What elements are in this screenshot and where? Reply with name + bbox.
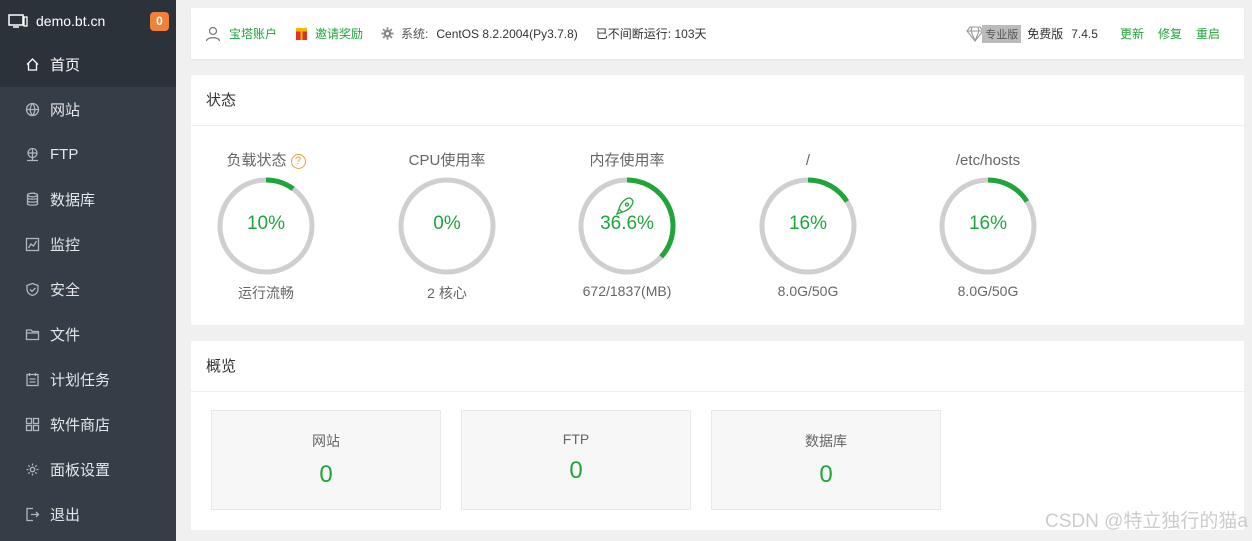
gauge-title: 内存使用率 — [589, 152, 665, 169]
sidebar-item-home[interactable]: 首页 — [0, 42, 176, 87]
restart-button[interactable]: 重启 — [1196, 25, 1220, 42]
card-value: 0 — [319, 461, 333, 488]
account-link[interactable]: 宝塔账户 — [205, 25, 277, 42]
gauge-load[interactable]: 负载状态? 10% 运行流畅 — [211, 151, 321, 303]
database-icon — [24, 192, 40, 208]
sidebar-item-security[interactable]: 安全 — [0, 267, 176, 312]
system-value: CentOS 8.2.2004(Py3.7.8) — [436, 26, 578, 41]
sidebar-item-label: 文件 — [50, 327, 81, 344]
sidebar-item-label: 面板设置 — [50, 462, 111, 479]
apps-grid-icon — [24, 417, 40, 433]
sidebar-item-files[interactable]: 文件 — [0, 312, 176, 357]
repair-button[interactable]: 修复 — [1158, 25, 1182, 42]
sidebar-item-website[interactable]: 网站 — [0, 87, 176, 132]
gauge-value: 36.6% — [600, 213, 654, 234]
overview-card-ftp[interactable]: FTP 0 — [461, 410, 691, 510]
sidebar-item-settings[interactable]: 面板设置 — [0, 447, 176, 492]
gear-icon — [381, 27, 394, 40]
gauge-title: / — [805, 152, 811, 169]
gauge-title: /etc/hosts — [955, 152, 1021, 169]
sidebar-item-appstore[interactable]: 软件商店 — [0, 402, 176, 447]
sidebar-item-ftp[interactable]: FTP — [0, 132, 176, 177]
gauge-cpu[interactable]: CPU使用率 0% 2 核心 — [392, 151, 502, 303]
uptime-text: 已不间断运行: 103天 — [595, 27, 707, 41]
version-label: 7.4.5 — [1071, 26, 1098, 41]
sidebar-item-label: 安全 — [50, 282, 81, 299]
invite-link[interactable]: 邀请奖励 — [295, 25, 363, 42]
pro-tag[interactable]: 专业版 — [982, 24, 1022, 43]
system-info: 系统: CentOS 8.2.2004(Py3.7.8) — [381, 25, 578, 42]
system-label: 系统: — [401, 27, 429, 41]
brand-bar: demo.bt.cn 0 — [0, 0, 176, 42]
gauge-value: 0% — [433, 213, 461, 234]
invite-label: 邀请奖励 — [315, 27, 364, 41]
gauge-value: 16% — [788, 213, 828, 234]
card-title: 网站 — [312, 433, 340, 449]
gauge-subtext: 2 核心 — [427, 285, 467, 301]
gear-icon — [24, 462, 40, 478]
folder-icon — [24, 327, 40, 343]
sidebar-item-database[interactable]: 数据库 — [0, 177, 176, 222]
top-bar: 宝塔账户 邀请奖励 系统: CentOS 8.2.2004(Py3.7.8) 已… — [191, 8, 1244, 59]
gauge-disk-root[interactable]: / 16% 8.0G/50G — [753, 151, 863, 299]
host-name: demo.bt.cn — [36, 13, 106, 29]
gauge-value: 16% — [968, 213, 1008, 234]
card-title: FTP — [562, 431, 590, 447]
logout-icon — [24, 507, 40, 523]
card-value: 0 — [819, 461, 833, 488]
watermark: CSDN @特立独行的猫a — [1045, 511, 1248, 532]
overview-panel: 概览 网站 0 FTP 0 数据库 0 — [191, 341, 1244, 530]
sidebar-item-monitor[interactable]: 监控 — [0, 222, 176, 267]
gift-icon — [296, 27, 308, 40]
card-title: 数据库 — [805, 433, 847, 449]
sidebar-item-label: FTP — [50, 146, 79, 163]
gauge-title: CPU使用率 — [408, 152, 486, 169]
status-title: 状态 — [191, 75, 1244, 126]
overview-title: 概览 — [191, 341, 1244, 392]
gauge-disk-hosts[interactable]: /etc/hosts 16% 8.0G/50G — [933, 151, 1043, 299]
version-area: 专业版 免费版 7.4.5 更新 修复 重启 — [966, 8, 1220, 59]
overview-card-website[interactable]: 网站 0 — [211, 410, 441, 510]
shield-icon — [24, 282, 40, 298]
account-label: 宝塔账户 — [229, 27, 278, 41]
gauge-title: 负载状态 — [226, 152, 287, 169]
sidebar-item-label: 退出 — [50, 507, 81, 524]
gauge-subtext: 8.0G/50G — [957, 283, 1019, 299]
gauge-subtext: 672/1837(MB) — [582, 283, 672, 299]
help-icon[interactable]: ? — [290, 153, 306, 169]
overview-card-database[interactable]: 数据库 0 — [711, 410, 941, 510]
sidebar-item-label: 首页 — [50, 57, 81, 74]
sidebar-item-label: 数据库 — [50, 192, 96, 209]
card-value: 0 — [569, 457, 583, 484]
notification-badge[interactable]: 0 — [150, 11, 169, 31]
gauge-subtext: 8.0G/50G — [777, 283, 839, 299]
status-panel: 状态 负载状态? 10% 运行流畅 CPU使用率 0% 2 核心 内存使用率 3… — [191, 75, 1244, 325]
sidebar-item-cron[interactable]: 计划任务 — [0, 357, 176, 402]
gauge-subtext: 运行流畅 — [238, 285, 294, 301]
sidebar-item-label: 计划任务 — [50, 372, 111, 389]
sidebar-item-label: 软件商店 — [50, 417, 111, 434]
globe-icon — [24, 102, 40, 118]
calendar-icon — [24, 372, 40, 388]
gauge-value: 10% — [246, 213, 286, 234]
sidebar-item-label: 网站 — [50, 102, 81, 119]
ftp-icon — [24, 147, 40, 163]
sidebar-item-label: 监控 — [50, 237, 81, 254]
gauge-memory[interactable]: 内存使用率 36.6% 672/1837(MB) — [572, 151, 682, 299]
edition-label: 免费版 — [1027, 27, 1064, 41]
update-button[interactable]: 更新 — [1120, 25, 1144, 42]
user-icon — [205, 26, 221, 41]
monitor-chart-icon — [24, 237, 40, 253]
sidebar-item-logout[interactable]: 退出 — [0, 492, 176, 537]
uptime-info: 已不间断运行: 103天 — [596, 25, 707, 42]
sidebar: demo.bt.cn 0 首页 网站 FTP 数据库 监控 安全 文件 计划任务… — [0, 0, 176, 541]
home-icon — [24, 57, 40, 73]
monitor-icon — [8, 14, 28, 28]
